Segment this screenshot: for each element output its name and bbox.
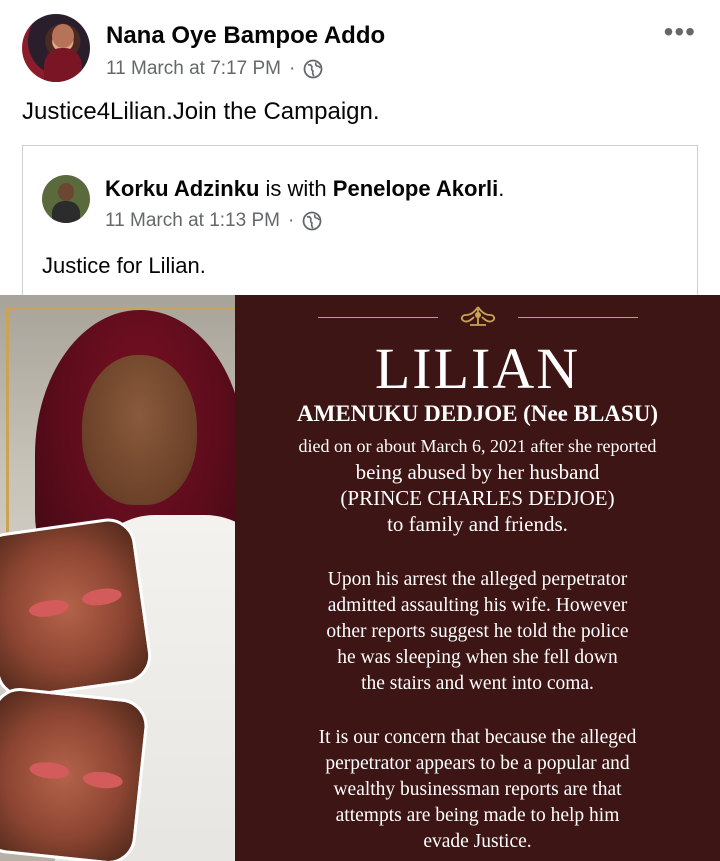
poster-line: being abused by her husband — [355, 460, 600, 484]
ornament — [235, 303, 720, 331]
injury-photo-2 — [0, 685, 151, 861]
poster-line: he was sleeping when she fell down — [337, 647, 618, 668]
poster-subtitle: AMENUKU DEDJOE (Nee BLASU) — [297, 401, 658, 426]
face-shape — [82, 355, 197, 505]
poster-line: wealthy businessman reports are that — [333, 779, 622, 800]
facebook-post: Nana Oye Bampoe Addo 11 March at 7:17 PM… — [0, 0, 720, 861]
shared-author-name[interactable]: Korku Adzinku — [105, 176, 259, 201]
shared-post[interactable]: Korku Adzinku is with Penelope Akorli. 1… — [22, 145, 698, 296]
injury-photo-1 — [0, 514, 155, 702]
shared-post-text: Justice for Lilian. — [42, 253, 206, 278]
poster-line: to family and friends. — [387, 512, 568, 536]
poster-paragraph-2: Upon his arrest the alleged perpetrator … — [255, 567, 700, 697]
poster-title: LILIAN — [374, 336, 581, 401]
poster-line: Upon his arrest the alleged perpetrator — [327, 569, 628, 590]
poster-line: It is our concern that because the alleg… — [318, 727, 637, 748]
author-avatar[interactable] — [22, 14, 90, 82]
poster-line: other reports suggest he told the police — [326, 621, 629, 642]
shared-header: Korku Adzinku is with Penelope Akorli. — [105, 176, 504, 202]
more-options-icon[interactable]: ••• — [664, 18, 696, 46]
shared-header-period: . — [498, 176, 505, 201]
poster-paragraph-3: It is our concern that because the alleg… — [255, 725, 700, 855]
globe-icon — [302, 211, 322, 231]
memorial-poster-image[interactable]: LILIAN AMENUKU DEDJOE (Nee BLASU) died o… — [0, 295, 720, 861]
poster-line: evade Justice. — [423, 831, 532, 852]
poster-line: the stairs and went into coma. — [361, 673, 594, 694]
shared-timestamp[interactable]: 11 March at 1:13 PM — [105, 210, 280, 232]
flourish-icon — [460, 306, 495, 326]
tagged-person[interactable]: Penelope Akorli — [333, 176, 498, 201]
poster-line: admitted assaulting his wife. However — [327, 595, 628, 616]
post-meta: 11 March at 7:17 PM · — [106, 58, 323, 80]
poster-line: (PRINCE CHARLES DEDJOE) — [340, 486, 615, 510]
globe-icon — [303, 59, 323, 79]
shared-meta-separator: · — [287, 210, 295, 231]
meta-separator: · — [288, 58, 296, 79]
shared-author-avatar[interactable] — [42, 175, 90, 223]
poster-line: attempts are being made to help him — [335, 805, 620, 826]
shared-meta: 11 March at 1:13 PM · — [105, 210, 322, 232]
with-text: is with — [259, 176, 333, 201]
memorial-text-panel: LILIAN AMENUKU DEDJOE (Nee BLASU) died o… — [235, 295, 720, 861]
post-timestamp[interactable]: 11 March at 7:17 PM — [106, 58, 281, 80]
poster-paragraph-1: died on or about March 6, 2021 after she… — [255, 433, 700, 537]
poster-line: died on or about March 6, 2021 after she… — [298, 436, 657, 456]
author-name[interactable]: Nana Oye Bampoe Addo — [106, 22, 385, 50]
post-text: Justice4Lilian.Join the Campaign. — [22, 98, 380, 125]
poster-line: perpetrator appears to be a popular and — [325, 753, 630, 774]
